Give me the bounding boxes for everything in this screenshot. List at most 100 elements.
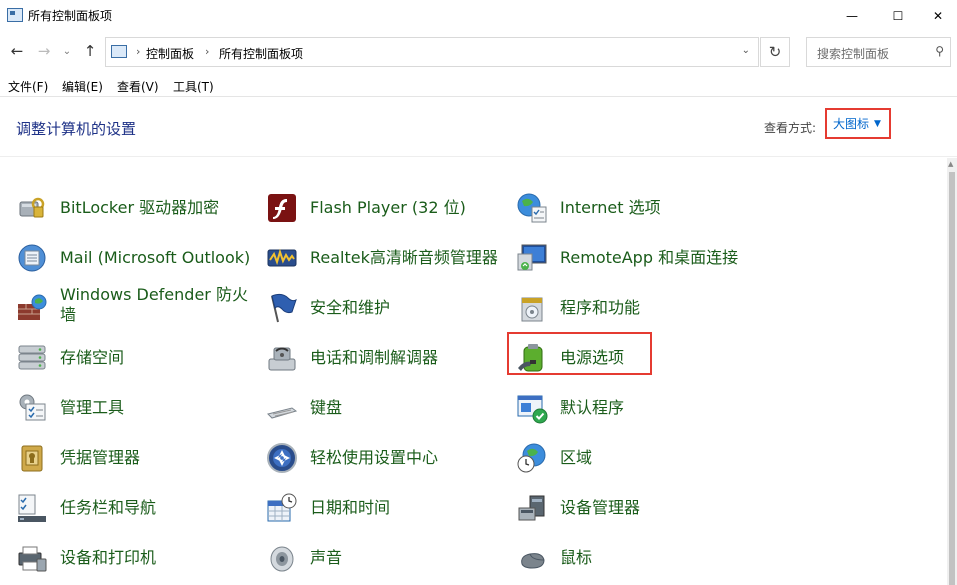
item-mail[interactable]: Mail (Microsoft Outlook) (16, 236, 256, 280)
item-label[interactable]: 存储空间 (60, 348, 124, 368)
recent-locations-chevron-icon[interactable]: ⌄ (60, 41, 74, 61)
content-header: 调整计算机的设置 查看方式: 大图标 ▼ (0, 97, 957, 157)
menu-edit[interactable]: 编辑(E) (62, 78, 103, 95)
item-bitlocker[interactable]: BitLocker 驱动器加密 (16, 186, 256, 230)
item-devices-printers[interactable]: 设备和打印机 (16, 536, 256, 580)
breadcrumb-separator[interactable]: › (136, 45, 140, 58)
item-label[interactable]: 轻松使用设置中心 (310, 448, 438, 468)
storage-spaces-icon (18, 345, 46, 370)
item-realtek-audio[interactable]: Realtek高清晰音频管理器 (266, 236, 506, 280)
search-placeholder: 搜索控制面板 (817, 47, 890, 61)
item-label[interactable]: 默认程序 (560, 398, 624, 418)
breadcrumb-all-items[interactable]: 所有控制面板项 (219, 45, 303, 62)
forward-arrow-icon[interactable]: → (34, 41, 54, 61)
devices-printers-icon (18, 546, 47, 572)
item-label[interactable]: Flash Player (32 位) (310, 198, 466, 218)
item-programs-features[interactable]: 程序和功能 (516, 286, 756, 330)
item-label[interactable]: Internet 选项 (560, 198, 661, 218)
item-label[interactable]: 管理工具 (60, 398, 124, 418)
item-label[interactable]: 电话和调制解调器 (310, 348, 438, 368)
item-storage-spaces[interactable]: 存储空间 (16, 336, 256, 380)
menu-tools[interactable]: 工具(T) (173, 78, 214, 95)
item-label[interactable]: BitLocker 驱动器加密 (60, 198, 219, 218)
item-label[interactable]: 安全和维护 (310, 298, 390, 318)
close-button[interactable]: ✕ (915, 0, 957, 31)
item-sound[interactable]: 声音 (266, 536, 506, 580)
item-security-maintenance[interactable]: 安全和维护 (266, 286, 506, 330)
menu-file[interactable]: 文件(F) (8, 78, 48, 95)
realtek-audio-icon (267, 248, 297, 267)
item-default-programs[interactable]: 默认程序 (516, 386, 756, 430)
up-arrow-icon[interactable]: ↑ (80, 41, 100, 61)
item-label[interactable]: 鼠标 (560, 548, 592, 568)
item-internet-options[interactable]: Internet 选项 (516, 186, 756, 230)
menu-bar: 文件(F) 编辑(E) 查看(V) 工具(T) (0, 73, 957, 97)
item-label[interactable]: 日期和时间 (310, 498, 390, 518)
item-device-manager[interactable]: 设备管理器 (516, 486, 756, 530)
sound-icon (270, 546, 294, 572)
item-firewall[interactable]: Windows Defender 防火墙 (16, 285, 256, 330)
item-label[interactable]: 程序和功能 (560, 298, 640, 318)
item-ease-of-access[interactable]: 轻松使用设置中心 (266, 436, 506, 480)
back-arrow-icon[interactable]: ← (7, 41, 27, 61)
item-label[interactable]: 声音 (310, 548, 342, 568)
item-label[interactable]: 区域 (560, 448, 592, 468)
item-remoteapp[interactable]: RemoteApp 和桌面连接 (516, 236, 756, 280)
item-mouse[interactable]: 鼠标 (516, 536, 756, 580)
control-panel-app-icon (7, 8, 23, 22)
breadcrumb-separator[interactable]: › (205, 45, 209, 58)
minimize-button[interactable]: — (829, 0, 875, 31)
scroll-up-arrow-icon[interactable]: ▲ (948, 160, 953, 168)
item-label[interactable]: 任务栏和导航 (60, 498, 156, 518)
control-panel-items: BitLocker 驱动器加密 Mail (Microsoft Outlook)… (0, 158, 945, 585)
menu-view[interactable]: 查看(V) (117, 78, 159, 95)
region-icon (517, 443, 546, 473)
view-by-label: 查看方式: (764, 121, 817, 135)
address-bar[interactable]: › 控制面板 › 所有控制面板项 ⌄ (105, 37, 759, 67)
date-time-icon (267, 493, 297, 522)
default-programs-icon (517, 395, 548, 424)
mail-icon (18, 244, 46, 272)
item-phone-modem[interactable]: 电话和调制解调器 (266, 336, 506, 380)
navigation-bar: ← → ⌄ ↑ › 控制面板 › 所有控制面板项 ⌄ ↻ 搜索控制面板 ⚲ (0, 31, 957, 73)
address-dropdown-icon[interactable]: ⌄ (742, 45, 750, 56)
item-flash-player[interactable]: Flash Player (32 位) (266, 186, 506, 230)
credential-manager-icon (21, 445, 43, 472)
item-label[interactable]: Windows Defender 防火墙 (60, 285, 260, 325)
search-icon[interactable]: ⚲ (935, 44, 944, 58)
scrollbar-thumb[interactable] (949, 172, 955, 585)
item-region[interactable]: 区域 (516, 436, 756, 480)
item-label[interactable]: 设备和打印机 (60, 548, 156, 568)
view-by-dropdown[interactable]: 大图标 ▼ (825, 108, 891, 139)
window-title: 所有控制面板项 (28, 9, 113, 23)
item-label[interactable]: Realtek高清晰音频管理器 (310, 248, 498, 268)
power-options-highlight (507, 332, 652, 375)
programs-icon (521, 297, 543, 322)
ease-of-access-icon (267, 443, 297, 473)
keyboard-icon (267, 407, 298, 419)
remoteapp-icon (517, 244, 547, 271)
dropdown-caret-icon[interactable]: ▼ (874, 119, 881, 129)
flash-player-icon (268, 194, 296, 222)
item-label[interactable]: 凭据管理器 (60, 448, 140, 468)
item-label[interactable]: RemoteApp 和桌面连接 (560, 248, 738, 268)
view-by-value[interactable]: 大图标 (833, 115, 869, 132)
phone-modem-icon (268, 347, 296, 371)
item-taskbar[interactable]: 任务栏和导航 (16, 486, 256, 530)
item-label[interactable]: 键盘 (310, 398, 342, 418)
page-title: 调整计算机的设置 (16, 120, 137, 138)
device-manager-icon (518, 495, 545, 521)
firewall-icon (18, 294, 47, 320)
item-label[interactable]: Mail (Microsoft Outlook) (60, 248, 250, 268)
mouse-icon (521, 553, 545, 569)
item-credential-manager[interactable]: 凭据管理器 (16, 436, 256, 480)
breadcrumb-control-panel[interactable]: 控制面板 (146, 45, 194, 62)
item-admin-tools[interactable]: 管理工具 (16, 386, 256, 430)
item-label[interactable]: 设备管理器 (560, 498, 640, 518)
item-keyboard[interactable]: 键盘 (266, 386, 506, 430)
refresh-icon[interactable]: ↻ (760, 37, 790, 67)
search-input[interactable]: 搜索控制面板 ⚲ (806, 37, 951, 67)
vertical-scrollbar[interactable]: ▲ (947, 158, 957, 585)
item-date-time[interactable]: 日期和时间 (266, 486, 506, 530)
security-flag-icon (271, 293, 297, 323)
